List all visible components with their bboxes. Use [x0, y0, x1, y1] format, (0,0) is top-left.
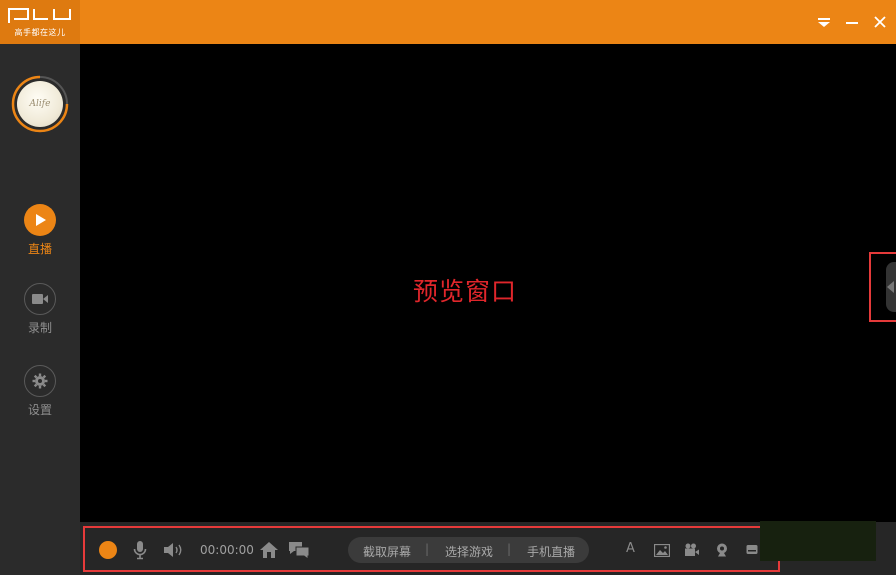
stream-timer: 00:00:00: [200, 543, 254, 557]
close-button[interactable]: [870, 12, 890, 32]
chevron-left-icon: [887, 281, 894, 293]
microphone-button[interactable]: [129, 539, 151, 561]
avatar-text: Alife: [29, 99, 51, 109]
play-icon: [24, 204, 56, 236]
avatar-ring[interactable]: Alife: [11, 75, 69, 133]
plu-logo-mark: [8, 8, 71, 23]
record-dot-icon[interactable]: [99, 541, 117, 559]
sidebar-item-settings[interactable]: 设置: [0, 365, 80, 418]
sidebar-item-label: 设置: [27, 403, 52, 417]
sidebar-item-label: 直播: [27, 242, 52, 256]
gear-icon: [24, 365, 56, 397]
minimize-icon: [846, 22, 858, 24]
pill-separator: |: [507, 542, 512, 556]
corner-overlay: [760, 521, 876, 561]
speaker-icon: [164, 543, 182, 557]
pill-separator: |: [425, 542, 430, 556]
film-camera-button[interactable]: [681, 539, 703, 561]
close-icon: [874, 16, 886, 28]
screenshot-button[interactable]: 截取屏幕: [363, 543, 411, 560]
chat-button[interactable]: [288, 539, 310, 561]
sidebar-item-live[interactable]: 直播: [0, 204, 80, 257]
image-icon: [654, 543, 670, 557]
speaker-button[interactable]: [163, 539, 185, 561]
app-window: 高手都在这儿 Alife 直播 录制 设置 预览窗口 00:00:00 截取屏幕…: [0, 0, 896, 575]
film-camera-icon: [685, 543, 699, 556]
sidebar: Alife 直播 录制 设置: [0, 44, 80, 575]
video-camera-icon: [24, 283, 56, 315]
select-game-button[interactable]: 选择游戏: [445, 543, 493, 560]
home-icon: [260, 542, 278, 558]
preview-window: 预览窗口: [80, 44, 896, 522]
sidebar-item-record[interactable]: 录制: [0, 283, 80, 336]
microphone-icon: [133, 541, 147, 560]
image-button[interactable]: [651, 539, 673, 561]
chat-icon: [289, 542, 310, 559]
title-bar: 高手都在这儿: [0, 0, 896, 44]
menu-dropdown-icon: [818, 18, 830, 27]
text-tool-button[interactable]: A: [626, 541, 635, 556]
minimize-button[interactable]: [842, 12, 862, 32]
sidebar-item-label: 录制: [27, 321, 52, 335]
webcam-button[interactable]: [711, 539, 733, 561]
home-button[interactable]: [258, 539, 280, 561]
preview-label: 预览窗口: [412, 277, 517, 306]
mobile-live-button[interactable]: 手机直播: [527, 543, 575, 560]
webcam-icon: [717, 543, 727, 557]
logo-slogan: 高手都在这儿: [14, 28, 66, 37]
screen-icon: [746, 545, 758, 554]
avatar: Alife: [17, 81, 63, 127]
menu-dropdown-button[interactable]: [814, 12, 834, 32]
logo: 高手都在这儿: [0, 0, 80, 44]
